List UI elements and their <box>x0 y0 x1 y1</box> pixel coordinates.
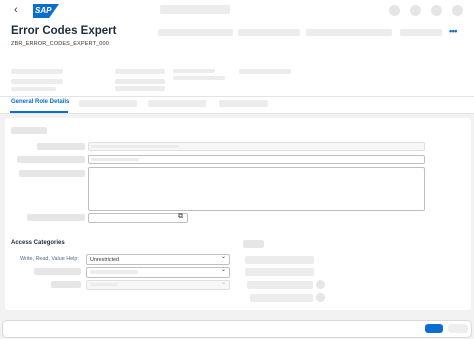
value-placeholder <box>247 281 313 289</box>
description-textarea[interactable] <box>88 167 425 211</box>
header-attribute-placeholder <box>115 86 165 91</box>
header-attribute-placeholder <box>115 69 165 74</box>
search-placeholder <box>160 5 230 14</box>
save-button[interactable] <box>425 324 443 333</box>
status-dot <box>316 293 325 302</box>
field-label-placeholder <box>19 170 85 177</box>
tab-general-role-details[interactable]: General Role Details <box>11 99 69 105</box>
column-header-placeholder <box>243 240 264 248</box>
value-placeholder <box>245 256 314 264</box>
chevron-down-icon: ⌄ <box>221 280 227 286</box>
header-attribute-placeholder <box>11 69 63 74</box>
header-attribute-placeholder <box>11 79 63 84</box>
chevron-down-icon[interactable]: ⌄ <box>221 253 226 260</box>
page-title: Error Codes Expert <box>11 25 117 37</box>
footer-toolbar <box>2 320 472 338</box>
field-label-placeholder <box>27 214 85 221</box>
field-label-placeholder <box>34 268 81 275</box>
shell-bar <box>0 0 474 22</box>
value-placeholder <box>250 294 313 302</box>
sap-logo-text: SAP <box>35 6 52 15</box>
help-icon[interactable] <box>410 5 421 16</box>
header-attribute-placeholder <box>173 69 215 73</box>
status-dot <box>316 280 325 289</box>
tab-placeholder[interactable] <box>219 100 268 107</box>
field-value-placeholder <box>90 270 138 274</box>
access-select-value: Unrestricted <box>90 257 120 263</box>
tab-active-indicator <box>10 111 68 113</box>
field-label-placeholder <box>51 281 81 288</box>
avatar[interactable] <box>452 5 463 16</box>
header-action-placeholder[interactable] <box>158 29 233 36</box>
access-row-label: Write, Read, Value Help: <box>20 256 79 262</box>
value-placeholder <box>245 268 314 276</box>
tab-placeholder[interactable] <box>148 100 206 107</box>
cancel-button[interactable] <box>448 324 468 333</box>
field-label-placeholder <box>37 143 85 150</box>
tab-placeholder[interactable] <box>79 100 137 107</box>
field-value-placeholder <box>91 145 179 148</box>
settings-icon[interactable] <box>431 5 442 16</box>
field-value-placeholder <box>91 158 139 161</box>
header-action-placeholder[interactable] <box>238 29 300 36</box>
more-icon[interactable]: ••• <box>449 26 457 36</box>
chevron-down-icon[interactable]: ⌄ <box>221 266 226 273</box>
copy-icon[interactable]: ⧉ <box>178 213 183 221</box>
access-categories-title: Access Categories <box>11 240 65 246</box>
header-attribute-placeholder <box>115 79 165 84</box>
form-section-title-placeholder <box>11 127 47 134</box>
header-attribute-placeholder <box>11 87 56 91</box>
copyable-input[interactable] <box>88 213 188 223</box>
field-label-placeholder <box>17 156 85 163</box>
header-action-placeholder[interactable] <box>400 29 442 36</box>
back-icon[interactable]: ‹ <box>14 4 18 16</box>
header-attribute-placeholder <box>239 69 291 74</box>
notification-icon[interactable] <box>389 5 400 16</box>
page-subtitle: ZBR_ERROR_CODES_EXPERT_000 <box>11 41 109 47</box>
header-action-placeholder[interactable] <box>306 29 392 36</box>
field-value-placeholder <box>90 283 118 286</box>
header-attribute-placeholder <box>173 76 225 80</box>
